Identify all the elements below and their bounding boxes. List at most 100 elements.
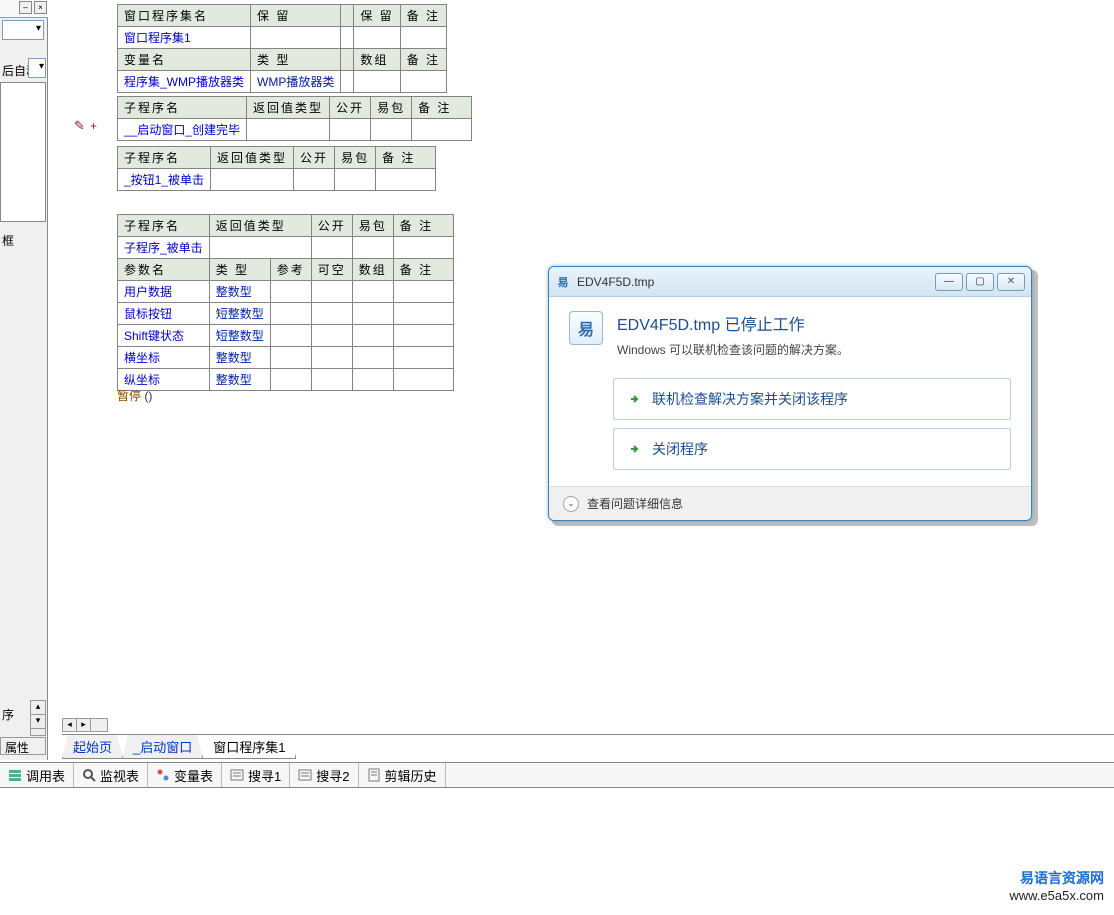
table-row[interactable]: 子程序_被单击 [118, 237, 454, 259]
th-array: 数组 [354, 49, 400, 71]
document-tab-strip: 起始页 _启动窗口 窗口程序集1 [62, 734, 1114, 756]
edit-marker-icon: ✎ [74, 120, 86, 132]
properties-tab[interactable]: 属性 [0, 737, 46, 755]
arrow-right-icon [628, 392, 642, 406]
dialog-minimize-button[interactable]: — [935, 273, 963, 291]
dialog-footer: ⌄ 查看问题详细信息 [549, 486, 1031, 520]
cliphistory-label: 剪辑历史 [385, 766, 437, 785]
table-row[interactable]: 鼠标按钮 短整数型 [118, 303, 454, 325]
table-row[interactable]: 窗口程序集1 [118, 27, 447, 49]
dialog-titlebar[interactable]: 易 EDV4F5D.tmp — ▢ ✕ [549, 267, 1031, 297]
panel-listbox[interactable] [0, 82, 46, 222]
dialog-app-icon: 易 [569, 311, 603, 345]
th-public: 公开 [311, 215, 352, 237]
view-details-link[interactable]: 查看问题详细信息 [587, 495, 683, 512]
param-name-cell[interactable]: 鼠标按钮 [118, 303, 210, 325]
search1-icon [230, 768, 244, 782]
param-name-cell[interactable]: 横坐标 [118, 347, 210, 369]
table-row[interactable]: 程序集_WMP播放器类 WMP播放器类 [118, 71, 447, 93]
table-row[interactable]: Shift键状态 短整数型 [118, 325, 454, 347]
pause-keyword: 暂停 [117, 389, 141, 403]
option2-text: 关闭程序 [652, 439, 708, 459]
subroutine2-table[interactable]: 子程序名 返回值类型 公开 易包 备 注 _按钮1_被单击 [117, 146, 436, 191]
sub2-name-cell[interactable]: _按钮1_被单击 [118, 169, 211, 191]
table-row[interactable]: _按钮1_被单击 [118, 169, 436, 191]
th-blank2 [341, 49, 354, 71]
search2-label: 搜寻2 [316, 766, 349, 785]
param-type-cell[interactable]: 整数型 [209, 281, 270, 303]
th-yibao: 易包 [335, 147, 376, 169]
frame-label: 框 [2, 232, 14, 249]
dialog-close-button[interactable]: ✕ [997, 273, 1025, 291]
toolbar-variables[interactable]: 变量表 [148, 763, 222, 787]
param-type-cell[interactable]: 整数型 [209, 369, 270, 391]
th-paramname: 参数名 [118, 259, 210, 281]
sub1-name-cell[interactable]: __启动窗口_创建完毕 [118, 119, 247, 141]
th-reserved1: 保 留 [251, 5, 341, 27]
th-remark2: 备 注 [400, 49, 446, 71]
th-rettype: 返回值类型 [247, 97, 330, 119]
subroutine1-table[interactable]: 子程序名 返回值类型 公开 易包 备 注 __启动窗口_创建完毕 [117, 96, 472, 141]
toolbar-search2[interactable]: 搜寻2 [290, 763, 358, 787]
tab-startup-window[interactable]: _启动窗口 [122, 735, 203, 759]
option1-text: 联机检查解决方案并关闭该程序 [652, 389, 848, 409]
left-scrollbar[interactable]: ▴▾ [30, 700, 46, 736]
dialog-option-close-program[interactable]: 关闭程序 [613, 428, 1011, 470]
th-reserved2: 保 留 [354, 5, 400, 27]
close-panel-button[interactable]: × [34, 1, 47, 14]
code-line-pause[interactable]: 暂停 () [117, 387, 152, 404]
th-blank [341, 5, 354, 27]
sub3-name-cell[interactable]: 子程序_被单击 [118, 237, 210, 259]
toolbar-search1[interactable]: 搜寻1 [222, 763, 290, 787]
gutter-marker: ✎ + [74, 120, 100, 132]
th-yibao: 易包 [371, 97, 412, 119]
table-row[interactable]: 用户数据 整数型 [118, 281, 454, 303]
toolbar-cliphistory[interactable]: 剪辑历史 [359, 763, 446, 787]
table-row[interactable]: __启动窗口_创建完毕 [118, 119, 472, 141]
th-remark: 备 注 [412, 97, 472, 119]
dialog-body: 易 EDV4F5D.tmp 已停止工作 Windows 可以联机检查该问题的解决… [549, 297, 1031, 486]
search2-icon [298, 768, 312, 782]
horizontal-scrollbar[interactable]: ◂▸ [62, 718, 108, 732]
variables-icon [156, 768, 170, 782]
watch-icon [82, 768, 96, 782]
table-row[interactable]: 纵坐标 整数型 [118, 369, 454, 391]
auto-dropdown[interactable] [28, 58, 46, 78]
dialog-option-check-online[interactable]: 联机检查解决方案并关闭该程序 [613, 378, 1011, 420]
left-toolbar: – × [0, 0, 48, 18]
param-type-cell[interactable]: 短整数型 [209, 303, 270, 325]
toolbar-watch[interactable]: 监视表 [74, 763, 148, 787]
tab-start-page[interactable]: 起始页 [62, 735, 123, 759]
subroutine3-table[interactable]: 子程序名 返回值类型 公开 易包 备 注 子程序_被单击 参数名 类 型 参考 … [117, 214, 454, 391]
watermark: 易语言资源网 www.e5a5x.com [1009, 868, 1104, 903]
var-type-cell[interactable]: WMP播放器类 [251, 71, 341, 93]
expand-marker-icon[interactable]: + [90, 121, 100, 131]
tab-assembly1[interactable]: 窗口程序集1 [202, 735, 296, 759]
toolbar-callstack[interactable]: 调用表 [0, 763, 74, 787]
var-name-cell[interactable]: 程序集_WMP播放器类 [118, 71, 251, 93]
param-type-cell[interactable]: 短整数型 [209, 325, 270, 347]
th-remark: 备 注 [376, 147, 436, 169]
th-subname: 子程序名 [118, 215, 210, 237]
th-ref: 参考 [270, 259, 311, 281]
watch-label: 监视表 [100, 766, 139, 785]
param-type-cell[interactable]: 整数型 [209, 347, 270, 369]
th-subname: 子程序名 [118, 147, 211, 169]
table-row[interactable]: 横坐标 整数型 [118, 347, 454, 369]
th-assembly-name: 窗口程序集名 [118, 5, 251, 27]
sequence-label: 序 [2, 706, 14, 723]
th-rettype: 返回值类型 [211, 147, 294, 169]
th-nullable: 可空 [311, 259, 352, 281]
th-remark: 备 注 [393, 259, 453, 281]
th-remark: 备 注 [393, 215, 453, 237]
assembly-name-cell[interactable]: 窗口程序集1 [118, 27, 251, 49]
assembly-table[interactable]: 窗口程序集名 保 留 保 留 备 注 窗口程序集1 变量名 类 型 数组 备 注… [117, 4, 447, 93]
minimize-panel-button[interactable]: – [19, 1, 32, 14]
disclosure-toggle[interactable]: ⌄ [563, 496, 579, 512]
panel-dropdown[interactable] [2, 20, 44, 40]
param-name-cell[interactable]: 用户数据 [118, 281, 210, 303]
param-name-cell[interactable]: Shift键状态 [118, 325, 210, 347]
arrow-right-icon [628, 442, 642, 456]
dialog-maximize-button[interactable]: ▢ [966, 273, 994, 291]
watermark-title: 易语言资源网 [1009, 868, 1104, 888]
